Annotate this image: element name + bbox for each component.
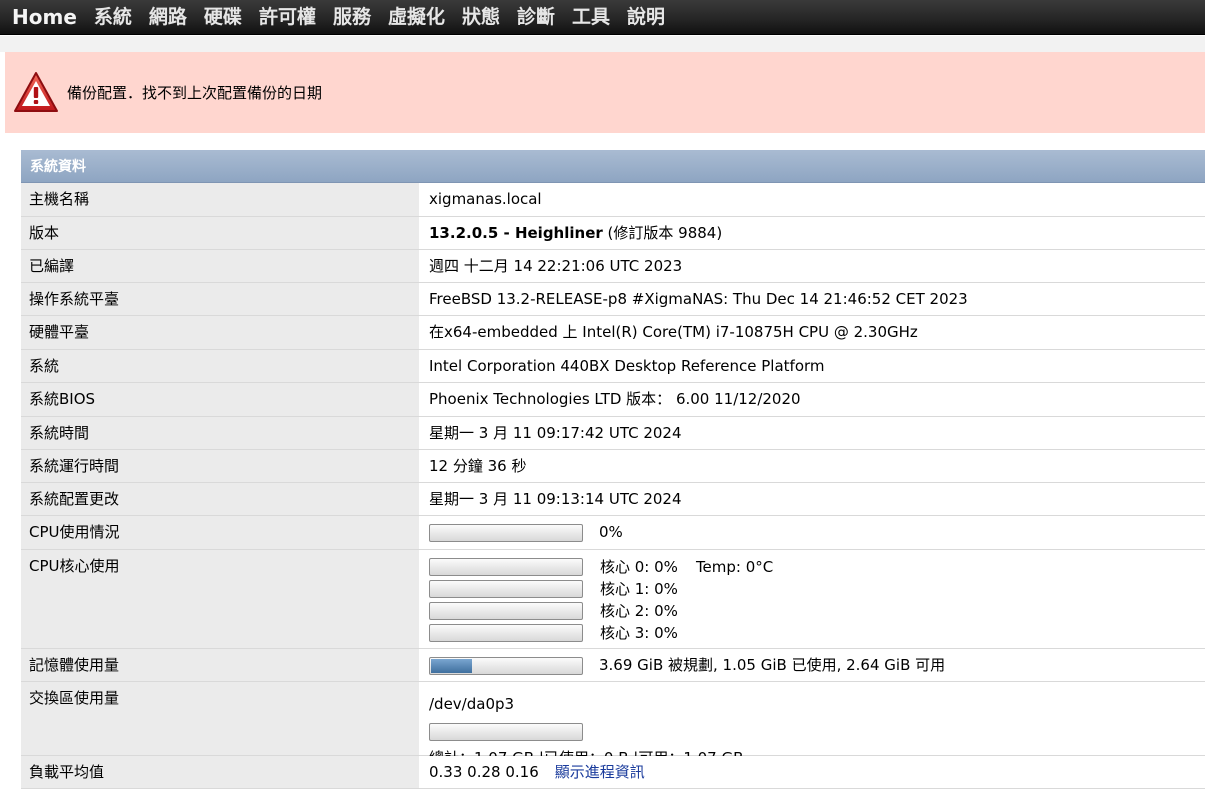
cpu-temperature: Temp: 0°C [695,558,774,576]
panel-title: 系統資料 [21,150,1205,183]
core-label: 核心 2: 0% [600,602,678,620]
cpu-cores-value: 核心 0: 0% Temp: 0°C 核心 1: 0% 核心 2: 0% 核心 … [420,550,1205,648]
memory-bar-fill [431,658,472,673]
row-label: CPU核心使用 [21,550,420,648]
row-system: 系統 Intel Corporation 440BX Desktop Refer… [21,350,1205,383]
row-cpu-cores: CPU核心使用 核心 0: 0% Temp: 0°C 核心 1: 0% 核心 2… [21,550,1205,649]
row-uptime: 系統運行時間 12 分鐘 36 秒 [21,450,1205,483]
nav-home[interactable]: Home [12,0,77,35]
nav-virtualization[interactable]: 虛擬化 [388,0,445,35]
top-navigation-bar: Home 系統 網路 硬碟 許可權 服務 虛擬化 狀態 診斷 工具 說明 [0,0,1205,35]
nav-help[interactable]: 說明 [627,0,665,35]
row-label: 系統配置更改 [21,483,420,515]
alert-message: 備份配置．找不到上次配置備份的日期 [67,84,323,102]
nav-status[interactable]: 狀態 [462,0,500,35]
row-version: 版本 13.2.0.5 - Heighliner (修訂版本 9884) [21,217,1205,250]
version-name: 13.2.0.5 - Heighliner [429,224,603,242]
row-swap: 交換區使用量 /dev/da0p3 總計：1.07 GB |已使用：0 B |可… [21,682,1205,767]
cpu-usage-value: 0% [420,516,1205,549]
memory-value: 3.69 GiB 被規劃, 1.05 GiB 已使用, 2.64 GiB 可用 [420,649,1205,681]
row-label: 記憶體使用量 [21,649,420,681]
row-config-changed: 系統配置更改 星期一 3 月 11 09:13:14 UTC 2024 [21,483,1205,516]
core-label: 核心 1: 0% [600,580,678,598]
memory-summary: 3.69 GiB 被規劃, 1.05 GiB 已使用, 2.64 GiB 可用 [599,656,946,674]
swap-bar [429,722,583,741]
row-label: 系統 [21,350,420,382]
system-time-value: 星期一 3 月 11 09:17:42 UTC 2024 [420,417,1205,449]
cpu-usage-percent: 0% [599,523,623,541]
nav-services[interactable]: 服務 [333,0,371,35]
row-memory: 記憶體使用量 3.69 GiB 被規劃, 1.05 GiB 已使用, 2.64 … [21,649,1205,682]
swap-device: /dev/da0p3 [429,695,515,713]
row-system-time: 系統時間 星期一 3 月 11 09:17:42 UTC 2024 [21,417,1205,450]
nav-access[interactable]: 許可權 [259,0,316,35]
row-hw-platform: 硬體平臺 在x64-embedded 上 Intel(R) Core(TM) i… [21,316,1205,350]
nav-disks[interactable]: 硬碟 [204,0,242,35]
row-label: 系統運行時間 [21,450,420,482]
bios-value: Phoenix Technologies LTD 版本： 6.00 11/12/… [420,383,1205,416]
version-value: 13.2.0.5 - Heighliner (修訂版本 9884) [420,217,1205,249]
row-label: 系統時間 [21,417,420,449]
nav-tools[interactable]: 工具 [572,0,610,35]
row-label: 負載平均值 [21,756,420,788]
load-value: 0.33 0.28 0.16 顯示進程資訊 [420,756,1205,788]
nav-network[interactable]: 網路 [149,0,187,35]
core-row: 核心 0: 0% Temp: 0°C [429,556,1205,578]
row-os-platform: 操作系統平臺 FreeBSD 13.2-RELEASE-p8 #XigmaNAS… [21,283,1205,316]
nav-subband [0,36,1205,52]
core-row: 核心 2: 0% [429,600,1205,622]
row-label: CPU使用情況 [21,516,420,549]
core-bar [429,580,583,598]
uptime-value: 12 分鐘 36 秒 [420,450,1205,482]
row-label: 硬體平臺 [21,316,420,349]
row-label: 已編譯 [21,250,420,282]
core-bar [429,602,583,620]
system-info-panel: 系統資料 主機名稱 xigmanas.local 版本 13.2.0.5 - H… [21,150,1205,789]
hw-platform-value: 在x64-embedded 上 Intel(R) Core(TM) i7-108… [420,316,1205,349]
compiled-value: 週四 十二月 14 22:21:06 UTC 2023 [420,250,1205,282]
memory-bar [429,656,583,675]
version-revision: (修訂版本 9884) [602,224,723,242]
row-label: 操作系統平臺 [21,283,420,315]
warning-triangle-icon [14,72,58,112]
cpu-usage-bar [429,523,583,542]
load-average: 0.33 0.28 0.16 [429,763,539,781]
alert-banner: 備份配置．找不到上次配置備份的日期 [5,52,1205,133]
os-platform-value: FreeBSD 13.2-RELEASE-p8 #XigmaNAS: Thu D… [420,283,1205,315]
hostname-value: xigmanas.local [420,183,1205,216]
row-label: 系統BIOS [21,383,420,416]
row-load: 負載平均值 0.33 0.28 0.16 顯示進程資訊 [21,756,1205,789]
row-label: 版本 [21,217,420,249]
core-label: 核心 0: 0% [600,558,678,576]
nav-diagnostics[interactable]: 診斷 [517,0,555,35]
show-processes-link[interactable]: 顯示進程資訊 [555,763,645,781]
row-cpu-usage: CPU使用情況 0% [21,516,1205,550]
core-bar [429,624,583,642]
row-compiled: 已編譯 週四 十二月 14 22:21:06 UTC 2023 [21,250,1205,283]
row-label: 主機名稱 [21,183,420,216]
system-value: Intel Corporation 440BX Desktop Referenc… [420,350,1205,382]
row-hostname: 主機名稱 xigmanas.local [21,183,1205,217]
nav-system[interactable]: 系統 [94,0,132,35]
config-changed-value: 星期一 3 月 11 09:13:14 UTC 2024 [420,483,1205,515]
core-row: 核心 3: 0% [429,622,1205,644]
row-bios: 系統BIOS Phoenix Technologies LTD 版本： 6.00… [21,383,1205,417]
row-label: 交換區使用量 [21,682,420,755]
swap-bar-row [429,721,1205,742]
core-label: 核心 3: 0% [600,624,678,642]
swap-value: /dev/da0p3 總計：1.07 GB |已使用：0 B |可用：1.07 … [420,682,1205,767]
core-bar [429,558,583,576]
core-row: 核心 1: 0% [429,578,1205,600]
